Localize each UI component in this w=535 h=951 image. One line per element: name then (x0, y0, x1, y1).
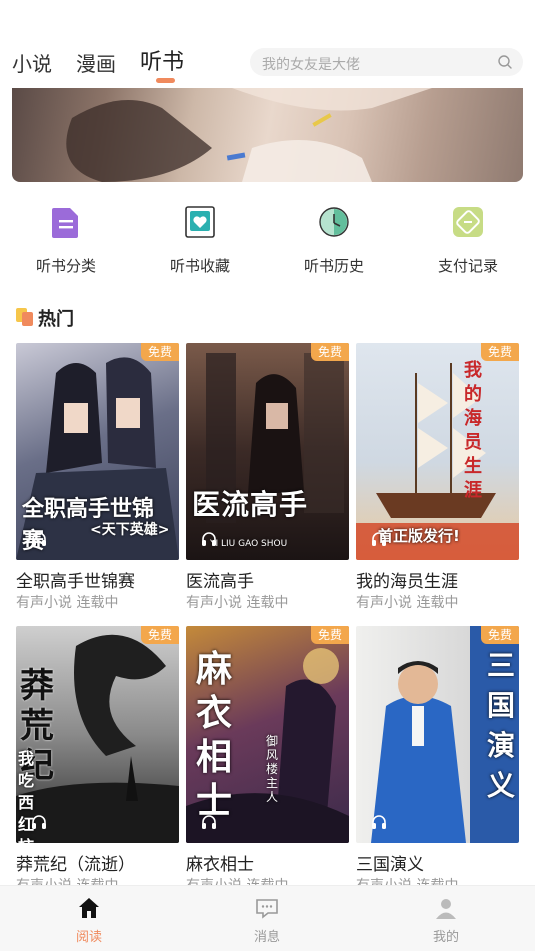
quick-link-history[interactable]: 听书历史 (274, 205, 394, 277)
category-doc-icon (52, 208, 78, 238)
headphones-icon (32, 815, 46, 829)
nav-label: 我的 (432, 930, 459, 945)
cover-art (206, 353, 344, 523)
book-meta: 有声小说 连载中 (356, 595, 459, 611)
history-clock-icon (319, 207, 349, 237)
headphones-icon (32, 532, 46, 546)
cover-title: 我的海员生涯 (464, 360, 482, 501)
nav-profile[interactable]: 我的 (406, 894, 486, 946)
banner-illustration (66, 88, 432, 182)
tab-audiobook[interactable]: 听书 (140, 44, 184, 76)
cover-title: 麻衣相士 (196, 649, 233, 822)
book-card[interactable]: 三国演义 免费 三国演义 有声小说 连载中 (356, 626, 519, 896)
section-title: 热门 (38, 309, 74, 330)
headphones-icon (372, 532, 386, 546)
book-card[interactable]: 医流高手 YI LIU GAO SHOU 免费 医流高手 有声小说 连载中 (186, 343, 349, 613)
tab-novel[interactable]: 小说 (12, 48, 52, 77)
cover-title: 三国演义 (487, 649, 516, 802)
bottom-navigation: 阅读 消息 我的 (0, 885, 535, 951)
quick-link-category[interactable]: 听书分类 (6, 205, 126, 277)
nav-label: 阅读 (75, 930, 102, 945)
nav-messages[interactable]: 消息 (227, 894, 307, 946)
book-cover: 麻衣相士 御风楼主人 免费 (186, 626, 349, 843)
home-icon (79, 898, 99, 918)
tab-comics[interactable]: 漫画 (76, 48, 116, 77)
profile-icon (436, 899, 456, 919)
book-meta: 有声小说 连载中 (186, 595, 289, 611)
active-tab-indicator (156, 78, 175, 83)
payment-ticket-icon (453, 207, 483, 237)
free-badge: 免费 (311, 626, 349, 644)
free-badge: 免费 (141, 626, 179, 644)
top-bar: 小说 漫画 听书 我的女友是大佬 (0, 0, 535, 88)
quick-link-label: 听书历史 (303, 257, 364, 275)
cover-title: 医流高手 (192, 488, 309, 521)
book-title: 莽荒纪（流逝） (16, 855, 135, 875)
cover-subtitle: 御风楼主人 (266, 734, 279, 804)
free-badge: 免费 (311, 343, 349, 361)
book-title: 医流高手 (186, 572, 254, 592)
search-placeholder: 我的女友是大佬 (262, 57, 360, 73)
quick-link-favorites[interactable]: 听书收藏 (140, 205, 260, 277)
hot-icon (16, 308, 33, 326)
promo-banner[interactable] (12, 88, 523, 182)
book-card[interactable]: 全职高手世锦赛 <天下英雄> 免费 全职高手世锦赛 有声小说 连载中 (16, 343, 179, 613)
cover-subtitle: 首正版发行! (378, 527, 460, 545)
book-cover: 全职高手世锦赛 <天下英雄> 免费 (16, 343, 179, 560)
message-icon (256, 899, 278, 919)
book-cover: 我的海员生涯 首正版发行! 免费 (356, 343, 519, 560)
book-title: 麻衣相士 (186, 855, 254, 875)
nav-read[interactable]: 阅读 (49, 894, 129, 946)
quick-link-payments[interactable]: 支付记录 (408, 205, 528, 277)
book-card[interactable]: 莽荒纪 我吃西红柿 免费 莽荒纪（流逝） 有声小说 连载中 (16, 626, 179, 896)
book-title: 我的海员生涯 (356, 572, 458, 592)
book-title: 全职高手世锦赛 (16, 572, 135, 592)
headphones-icon (202, 532, 216, 546)
nav-label: 消息 (253, 930, 280, 945)
search-icon[interactable] (497, 54, 513, 70)
book-cover: 三国演义 免费 (356, 626, 519, 843)
search-bar[interactable]: 我的女友是大佬 (250, 48, 523, 76)
headphones-icon (202, 815, 216, 829)
quick-link-label: 听书分类 (35, 257, 96, 275)
free-badge: 免费 (141, 343, 179, 361)
free-badge: 免费 (481, 626, 519, 644)
cover-subtitle: YI LIU GAO SHOU (210, 539, 288, 549)
book-cover: 医流高手 YI LIU GAO SHOU 免费 (186, 343, 349, 560)
free-badge: 免费 (481, 343, 519, 361)
book-card[interactable]: 麻衣相士 御风楼主人 免费 麻衣相士 有声小说 连载中 (186, 626, 349, 896)
favorite-heart-icon (185, 206, 215, 238)
headphones-icon (372, 815, 386, 829)
quick-link-label: 听书收藏 (169, 257, 230, 275)
book-title: 三国演义 (356, 855, 424, 875)
cover-subtitle: <天下英雄> (90, 522, 170, 538)
quick-link-label: 支付记录 (437, 257, 498, 275)
book-card[interactable]: 我的海员生涯 首正版发行! 免费 我的海员生涯 有声小说 连载中 (356, 343, 519, 613)
book-meta: 有声小说 连载中 (16, 595, 119, 611)
book-cover: 莽荒纪 我吃西红柿 免费 (16, 626, 179, 843)
